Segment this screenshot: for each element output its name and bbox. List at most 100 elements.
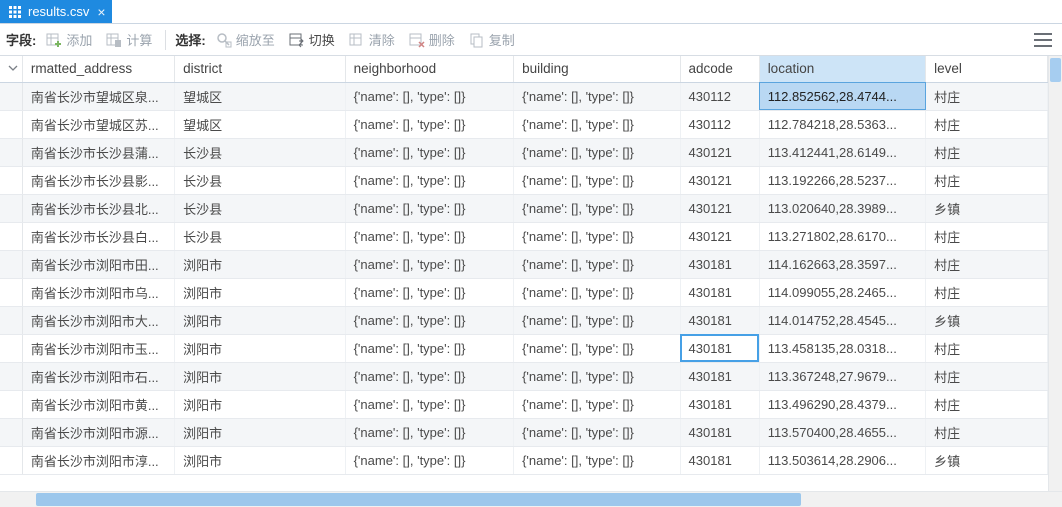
row-handle[interactable]: [0, 194, 22, 222]
horizontal-scrollbar[interactable]: [0, 491, 1062, 507]
horizontal-scroll-thumb[interactable]: [36, 493, 801, 506]
tab-results[interactable]: results.csv ×: [0, 0, 112, 23]
cell-rmatted_address[interactable]: 南省长沙市望城区泉...: [22, 82, 174, 110]
cell-rmatted_address[interactable]: 南省长沙市浏阳市田...: [22, 250, 174, 278]
cell-rmatted_address[interactable]: 南省长沙市长沙县影...: [22, 166, 174, 194]
cell-location[interactable]: 113.271802,28.6170...: [759, 222, 925, 250]
cell-district[interactable]: 浏阳市: [175, 306, 346, 334]
cell-level[interactable]: 村庄: [926, 138, 1048, 166]
cell-adcode[interactable]: 430121: [680, 138, 759, 166]
cell-building[interactable]: {'name': [], 'type': []}: [514, 362, 680, 390]
cell-neighborhood[interactable]: {'name': [], 'type': []}: [345, 222, 513, 250]
cell-level[interactable]: 乡镇: [926, 446, 1048, 474]
switch-button[interactable]: 切换: [285, 29, 339, 50]
cell-building[interactable]: {'name': [], 'type': []}: [514, 82, 680, 110]
cell-adcode[interactable]: 430112: [680, 82, 759, 110]
cell-district[interactable]: 长沙县: [175, 222, 346, 250]
cell-location[interactable]: 113.367248,27.9679...: [759, 362, 925, 390]
clear-button[interactable]: 清除: [345, 29, 399, 50]
cell-neighborhood[interactable]: {'name': [], 'type': []}: [345, 138, 513, 166]
table-row[interactable]: 南省长沙市浏阳市乌...浏阳市{'name': [], 'type': []}{…: [0, 278, 1048, 306]
cell-rmatted_address[interactable]: 南省长沙市浏阳市玉...: [22, 334, 174, 362]
cell-level[interactable]: 村庄: [926, 362, 1048, 390]
cell-level[interactable]: 村庄: [926, 278, 1048, 306]
calc-field-button[interactable]: 计算: [102, 29, 156, 50]
cell-level[interactable]: 村庄: [926, 110, 1048, 138]
cell-location[interactable]: 112.784218,28.5363...: [759, 110, 925, 138]
cell-rmatted_address[interactable]: 南省长沙市长沙县白...: [22, 222, 174, 250]
cell-adcode[interactable]: 430181: [680, 250, 759, 278]
cell-district[interactable]: 长沙县: [175, 138, 346, 166]
cell-rmatted_address[interactable]: 南省长沙市浏阳市乌...: [22, 278, 174, 306]
cell-location[interactable]: 112.852562,28.4744...: [759, 82, 925, 110]
cell-building[interactable]: {'name': [], 'type': []}: [514, 194, 680, 222]
cell-district[interactable]: 浏阳市: [175, 278, 346, 306]
cell-rmatted_address[interactable]: 南省长沙市长沙县北...: [22, 194, 174, 222]
row-handle[interactable]: [0, 334, 22, 362]
row-handle-header[interactable]: [0, 56, 22, 82]
add-field-button[interactable]: 添加: [42, 29, 96, 50]
cell-location[interactable]: 113.412441,28.6149...: [759, 138, 925, 166]
cell-level[interactable]: 乡镇: [926, 306, 1048, 334]
table-row[interactable]: 南省长沙市长沙县北...长沙县{'name': [], 'type': []}{…: [0, 194, 1048, 222]
table-row[interactable]: 南省长沙市浏阳市源...浏阳市{'name': [], 'type': []}{…: [0, 418, 1048, 446]
col-rmatted_address[interactable]: rmatted_address: [22, 56, 174, 82]
cell-rmatted_address[interactable]: 南省长沙市长沙县蒲...: [22, 138, 174, 166]
col-neighborhood[interactable]: neighborhood: [345, 56, 513, 82]
cell-level[interactable]: 村庄: [926, 334, 1048, 362]
cell-district[interactable]: 望城区: [175, 110, 346, 138]
cell-neighborhood[interactable]: {'name': [], 'type': []}: [345, 306, 513, 334]
cell-adcode[interactable]: 430181: [680, 390, 759, 418]
cell-rmatted_address[interactable]: 南省长沙市浏阳市石...: [22, 362, 174, 390]
cell-district[interactable]: 浏阳市: [175, 446, 346, 474]
cell-neighborhood[interactable]: {'name': [], 'type': []}: [345, 194, 513, 222]
cell-adcode[interactable]: 430181: [680, 278, 759, 306]
cell-rmatted_address[interactable]: 南省长沙市浏阳市大...: [22, 306, 174, 334]
cell-district[interactable]: 浏阳市: [175, 250, 346, 278]
cell-level[interactable]: 乡镇: [926, 194, 1048, 222]
row-handle[interactable]: [0, 278, 22, 306]
delete-button[interactable]: 删除: [405, 29, 459, 50]
cell-building[interactable]: {'name': [], 'type': []}: [514, 110, 680, 138]
col-level[interactable]: level: [926, 56, 1048, 82]
cell-location[interactable]: 113.020640,28.3989...: [759, 194, 925, 222]
cell-building[interactable]: {'name': [], 'type': []}: [514, 306, 680, 334]
cell-location[interactable]: 113.496290,28.4379...: [759, 390, 925, 418]
cell-neighborhood[interactable]: {'name': [], 'type': []}: [345, 418, 513, 446]
cell-adcode[interactable]: 430181: [680, 362, 759, 390]
row-handle[interactable]: [0, 390, 22, 418]
cell-building[interactable]: {'name': [], 'type': []}: [514, 222, 680, 250]
vertical-scroll-thumb[interactable]: [1050, 58, 1061, 82]
col-district[interactable]: district: [175, 56, 346, 82]
row-handle[interactable]: [0, 222, 22, 250]
cell-neighborhood[interactable]: {'name': [], 'type': []}: [345, 446, 513, 474]
zoom-to-button[interactable]: 缩放至: [212, 29, 279, 50]
cell-adcode[interactable]: 430181: [680, 418, 759, 446]
table-row[interactable]: 南省长沙市浏阳市田...浏阳市{'name': [], 'type': []}{…: [0, 250, 1048, 278]
cell-location[interactable]: 114.014752,28.4545...: [759, 306, 925, 334]
cell-building[interactable]: {'name': [], 'type': []}: [514, 166, 680, 194]
cell-building[interactable]: {'name': [], 'type': []}: [514, 446, 680, 474]
cell-building[interactable]: {'name': [], 'type': []}: [514, 418, 680, 446]
row-handle[interactable]: [0, 250, 22, 278]
table-row[interactable]: 南省长沙市浏阳市石...浏阳市{'name': [], 'type': []}{…: [0, 362, 1048, 390]
cell-neighborhood[interactable]: {'name': [], 'type': []}: [345, 278, 513, 306]
cell-neighborhood[interactable]: {'name': [], 'type': []}: [345, 250, 513, 278]
row-handle[interactable]: [0, 418, 22, 446]
cell-adcode[interactable]: 430112: [680, 110, 759, 138]
cell-district[interactable]: 长沙县: [175, 194, 346, 222]
table-row[interactable]: 南省长沙市浏阳市玉...浏阳市{'name': [], 'type': []}{…: [0, 334, 1048, 362]
table-row[interactable]: 南省长沙市望城区泉...望城区{'name': [], 'type': []}{…: [0, 82, 1048, 110]
cell-adcode[interactable]: 430121: [680, 222, 759, 250]
col-adcode[interactable]: adcode: [680, 56, 759, 82]
cell-level[interactable]: 村庄: [926, 250, 1048, 278]
cell-rmatted_address[interactable]: 南省长沙市浏阳市源...: [22, 418, 174, 446]
cell-adcode[interactable]: 430121: [680, 166, 759, 194]
cell-rmatted_address[interactable]: 南省长沙市浏阳市黄...: [22, 390, 174, 418]
cell-location[interactable]: 114.099055,28.2465...: [759, 278, 925, 306]
table-row[interactable]: 南省长沙市长沙县蒲...长沙县{'name': [], 'type': []}{…: [0, 138, 1048, 166]
cell-district[interactable]: 长沙县: [175, 166, 346, 194]
cell-location[interactable]: 113.458135,28.0318...: [759, 334, 925, 362]
cell-building[interactable]: {'name': [], 'type': []}: [514, 250, 680, 278]
cell-adcode[interactable]: 430181: [680, 334, 759, 362]
